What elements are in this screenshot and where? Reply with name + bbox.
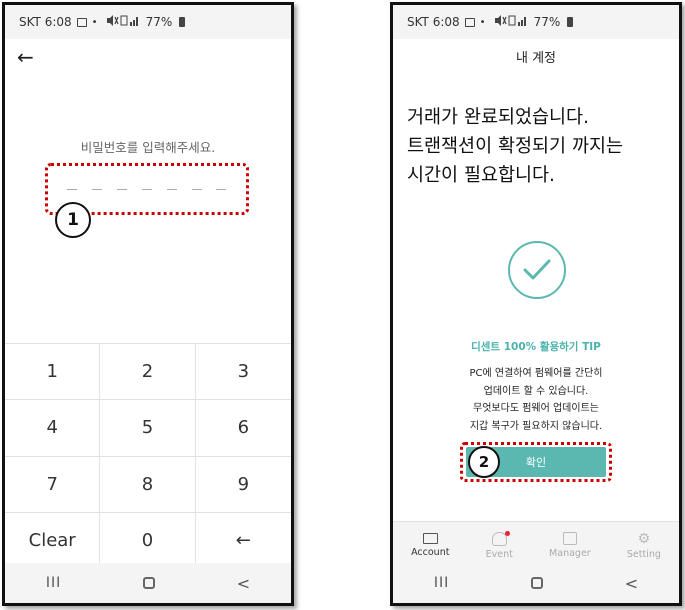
page-title: 내 계정 (515, 51, 556, 66)
key-3[interactable]: 3 (195, 344, 291, 401)
tip-line-4: 지갑 복구가 필요하지 않습니다. (469, 420, 603, 432)
new-badge-dot (504, 530, 510, 536)
tip-line-3: 무엇보다도 펌웨어 업데이트는 (473, 403, 599, 414)
transaction-complete-screen: SKT 6:08 • 77% 내 계정 거래가 완료되었습니다. 트랜잭션이 확… (390, 2, 682, 606)
tab-account[interactable]: Account (411, 533, 449, 558)
tutorial-composite: SKT 6:08 • 77% ← 비밀번호를 입력해주세요. 1 1 2 3 4… (0, 0, 685, 610)
success-check-icon (508, 241, 566, 299)
tip-line-2: 업데이트 할 수 있습니다. (483, 385, 589, 397)
recent-apps-button[interactable]: III (46, 575, 61, 591)
clear-button[interactable]: Clear (5, 512, 101, 569)
pin-slot (216, 188, 227, 190)
key-5[interactable]: 5 (100, 400, 196, 457)
back-arrow-icon[interactable]: ← (17, 45, 34, 69)
manager-icon (562, 532, 577, 545)
tip-line-1: PC에 연결하여 펌웨어를 간단히 (469, 368, 603, 379)
key-6[interactable]: 6 (195, 400, 291, 457)
notification-dot: • (479, 16, 486, 28)
pin-slot (92, 188, 103, 190)
tip-title: 디센트 100% 활용하기 TIP (471, 341, 601, 353)
back-button[interactable]: < (237, 574, 250, 593)
pin-slot (141, 188, 152, 190)
home-button[interactable] (530, 577, 543, 589)
step-callout-2: 2 (468, 446, 500, 478)
step-callout-1: 1 (55, 202, 91, 238)
back-button[interactable]: < (625, 574, 638, 593)
android-nav-bar: III < (393, 563, 679, 603)
key-1[interactable]: 1 (5, 344, 101, 401)
headline-line-3: 시간이 필요합니다. (407, 165, 555, 186)
tab-event-label: Event (485, 548, 513, 560)
tab-account-label: Account (411, 547, 450, 558)
pin-slot (67, 188, 78, 190)
pin-slot (191, 188, 202, 190)
carrier-time: SKT 6:08 (407, 15, 460, 29)
android-nav-bar: III < (5, 563, 291, 603)
password-screen: SKT 6:08 • 77% ← 비밀번호를 입력해주세요. 1 1 2 3 4… (2, 2, 294, 606)
battery-percent: 77% (145, 15, 173, 29)
signal-icon (494, 15, 529, 29)
tab-manager[interactable]: Manager (549, 532, 591, 559)
gallery-icon (76, 17, 87, 27)
headline-line-2: 트랜잭션이 확정되기 까지는 (407, 136, 624, 157)
tab-setting[interactable]: ⚙ Setting (627, 532, 661, 560)
key-7[interactable]: 7 (5, 456, 101, 513)
pin-slot (166, 188, 177, 190)
battery-icon (179, 17, 186, 27)
password-prompt: 비밀번호를 입력해주세요. (80, 140, 216, 155)
tab-manager-label: Manager (549, 548, 591, 559)
wallet-icon (422, 533, 438, 544)
key-2[interactable]: 2 (100, 344, 196, 401)
status-bar: SKT 6:08 • 77% (393, 5, 679, 39)
tab-setting-label: Setting (626, 548, 661, 560)
numeric-keypad: 1 2 3 4 5 6 7 8 9 Clear 0 ← (5, 343, 291, 569)
headline-line-1: 거래가 완료되었습니다. (407, 107, 589, 128)
status-bar: SKT 6:08 • 77% (5, 5, 291, 39)
key-4[interactable]: 4 (5, 400, 101, 457)
notification-dot: • (91, 16, 98, 28)
pin-slot (117, 188, 128, 190)
bottom-tab-bar: Account Event Manager ⚙ Setting (393, 521, 679, 569)
carrier-time: SKT 6:08 (19, 15, 72, 29)
signal-icon (106, 15, 141, 29)
key-8[interactable]: 8 (100, 456, 196, 513)
gift-icon (491, 530, 510, 546)
home-button[interactable] (142, 577, 155, 589)
key-0[interactable]: 0 (100, 512, 196, 569)
backspace-button[interactable]: ← (195, 513, 291, 569)
gallery-icon (464, 17, 475, 27)
tab-event[interactable]: Event (485, 530, 513, 560)
gear-icon: ⚙ (637, 530, 651, 547)
key-9[interactable]: 9 (195, 457, 291, 513)
completion-headline: 거래가 완료되었습니다. 트랜잭션이 확정되기 까지는 시간이 필요합니다. (407, 103, 669, 190)
recent-apps-button[interactable]: III (434, 575, 449, 591)
battery-icon (567, 17, 574, 27)
tip-body: PC에 연결하여 펌웨어를 간단히 업데이트 할 수 있습니다. 무엇보다도 펌… (393, 365, 679, 435)
battery-percent: 77% (533, 15, 561, 29)
